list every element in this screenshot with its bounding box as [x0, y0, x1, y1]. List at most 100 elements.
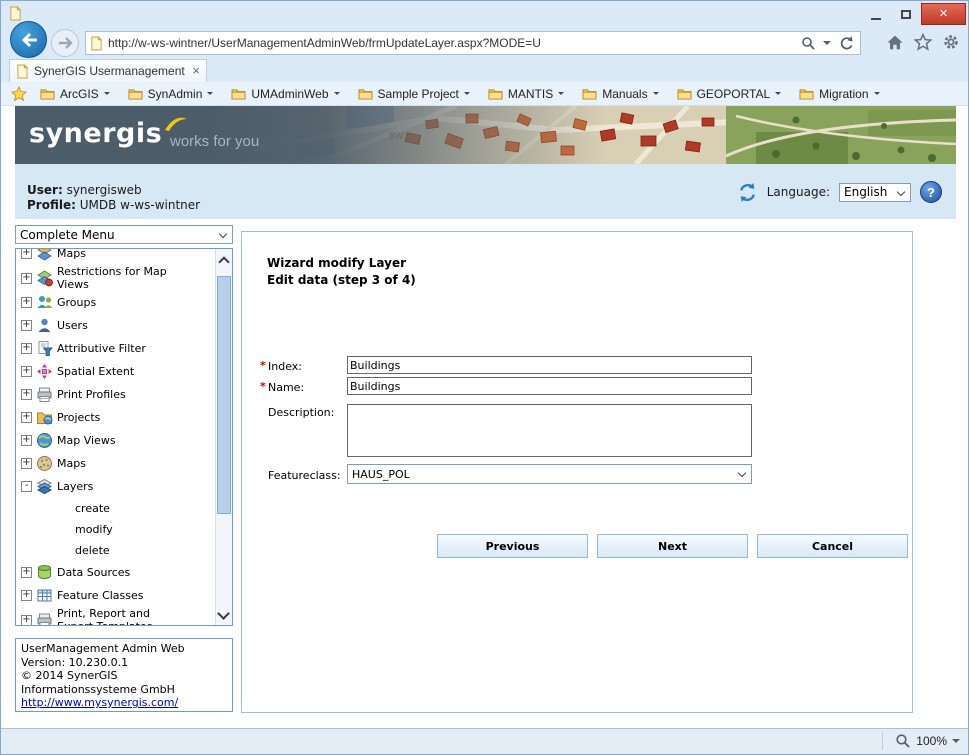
forward-button[interactable] — [51, 29, 79, 57]
next-button[interactable]: Next — [597, 534, 748, 558]
folder-icon — [40, 87, 55, 100]
refresh-icon[interactable] — [838, 35, 854, 51]
tree-item-maps-top[interactable]: Maps — [16, 248, 215, 265]
refresh-language-icon[interactable] — [737, 182, 758, 203]
tree-item-layers-create[interactable]: create — [16, 498, 215, 519]
tab-synergis-usermanagement[interactable]: SynerGIS Usermanagement ... — [9, 59, 207, 82]
favorite-mantis[interactable]: MANTIS — [479, 82, 573, 105]
expand-plus-icon[interactable] — [21, 366, 32, 377]
expand-plus-icon[interactable] — [21, 412, 32, 423]
language-selected: English — [844, 185, 887, 199]
url-text[interactable]: http://w-ws-wintner/UserManagementAdminW… — [108, 36, 801, 50]
required-marker: * — [260, 380, 268, 393]
description-label: Description: — [268, 404, 347, 419]
title-bar — [1, 1, 968, 27]
tree-item-data-sources[interactable]: Data Sources — [16, 561, 215, 584]
synergis-website-link[interactable]: http://www.mysynergis.com/ — [21, 696, 178, 709]
expand-plus-icon[interactable] — [21, 567, 32, 578]
chevron-down-icon — [104, 92, 110, 98]
expand-plus-icon[interactable] — [21, 248, 32, 259]
favorite-arcgis[interactable]: ArcGIS — [31, 82, 119, 105]
page-icon — [16, 64, 29, 79]
help-icon[interactable] — [920, 181, 942, 203]
separator — [882, 732, 883, 750]
favorite-geoportal[interactable]: GEOPORTAL — [668, 82, 791, 105]
tree-item-print-report-templates[interactable]: Print, Report and Export Templates — [16, 607, 215, 626]
description-field[interactable] — [347, 404, 752, 457]
favorite-sample-project[interactable]: Sample Project — [349, 82, 479, 105]
favorite-migration[interactable]: Migration — [790, 82, 888, 105]
expand-plus-icon[interactable] — [21, 435, 32, 446]
featureclass-select[interactable]: HAUS_POL — [347, 464, 752, 484]
version-info-box: UserManagement Admin Web Version: 10.230… — [15, 638, 233, 712]
chevron-down-icon — [334, 92, 340, 98]
tree-item-attributive-filter[interactable]: Attributive Filter — [16, 337, 215, 360]
user-bar: User: synergisweb Profile: UMDB w-ws-win… — [15, 164, 956, 219]
expand-plus-icon[interactable] — [21, 389, 32, 400]
home-icon[interactable] — [886, 34, 904, 51]
tree-item-layers[interactable]: Layers — [16, 475, 215, 498]
table-icon — [36, 587, 53, 604]
expand-plus-icon[interactable] — [21, 320, 32, 331]
page-icon — [90, 36, 103, 51]
close-button[interactable] — [921, 3, 966, 25]
tree-item-restrictions[interactable]: Restrictions for Map Views — [16, 265, 215, 291]
expand-plus-icon[interactable] — [21, 297, 32, 308]
favorites-bar-star-icon[interactable] — [11, 86, 27, 102]
search-icon[interactable] — [801, 36, 816, 51]
tree-item-feature-classes[interactable]: Feature Classes — [16, 584, 215, 607]
tree-item-maps[interactable]: Maps — [16, 452, 215, 475]
expand-plus-icon[interactable] — [21, 615, 32, 626]
previous-button[interactable]: Previous — [437, 534, 588, 558]
language-select[interactable]: English — [839, 183, 911, 202]
tree-item-groups[interactable]: Groups — [16, 291, 215, 314]
address-dropdown-icon[interactable] — [823, 41, 831, 49]
synergis-logo: synergis — [29, 118, 188, 149]
favorite-synadmin[interactable]: SynAdmin — [119, 82, 223, 105]
printer-icon — [36, 612, 53, 627]
collapse-minus-icon[interactable] — [21, 481, 32, 492]
expand-plus-icon[interactable] — [21, 273, 32, 284]
favorite-label: SynAdmin — [148, 87, 203, 101]
description-row: Description: — [260, 404, 760, 457]
expand-plus-icon[interactable] — [21, 458, 32, 469]
favorite-manuals[interactable]: Manuals — [573, 82, 667, 105]
name-label: Name: — [268, 379, 347, 394]
zoom-magnifier-icon — [895, 733, 911, 749]
tree-item-print-profiles[interactable]: Print Profiles — [16, 383, 215, 406]
menu-mode-select[interactable]: Complete Menu — [15, 225, 233, 244]
tree-item-map-views[interactable]: Map Views — [16, 429, 215, 452]
zoom-control[interactable]: 100% — [882, 732, 960, 750]
scroll-down-icon[interactable] — [217, 607, 230, 620]
expand-plus-icon[interactable] — [21, 343, 32, 354]
tree-item-layers-modify[interactable]: modify — [16, 519, 215, 540]
minimize-button[interactable] — [861, 3, 891, 25]
tree-item-users[interactable]: Users — [16, 314, 215, 337]
chevron-down-icon — [219, 230, 227, 238]
index-field[interactable] — [347, 356, 752, 374]
close-icon — [939, 5, 948, 23]
settings-gear-icon[interactable] — [942, 33, 960, 51]
scrollbar-thumb[interactable] — [217, 276, 231, 514]
tree-item-spatial-extent[interactable]: Spatial Extent — [16, 360, 215, 383]
scroll-up-icon[interactable] — [218, 256, 229, 267]
folder-icon — [582, 87, 597, 100]
favorite-umadminweb[interactable]: UMAdminWeb — [222, 82, 348, 105]
name-field[interactable] — [347, 377, 752, 395]
tree-item-projects[interactable]: Projects — [16, 406, 215, 429]
profile-value: UMDB w-ws-wintner — [80, 198, 200, 212]
back-button[interactable] — [10, 21, 47, 58]
folder-icon — [677, 87, 692, 100]
favorite-label: Manuals — [602, 87, 647, 101]
chevron-down-icon — [952, 739, 960, 747]
navigation-tree: Maps Restrictions for Map Views — [15, 248, 233, 626]
address-bar[interactable]: http://w-ws-wintner/UserManagementAdminW… — [85, 31, 861, 55]
cancel-button[interactable]: Cancel — [757, 534, 908, 558]
chevron-down-icon — [464, 92, 470, 98]
maximize-button[interactable] — [891, 3, 921, 25]
logo-text: synergis — [29, 118, 162, 149]
expand-plus-icon[interactable] — [21, 590, 32, 601]
favorites-star-icon[interactable] — [914, 33, 932, 51]
tab-close-icon[interactable] — [192, 62, 200, 80]
tree-item-layers-delete[interactable]: delete — [16, 540, 215, 561]
